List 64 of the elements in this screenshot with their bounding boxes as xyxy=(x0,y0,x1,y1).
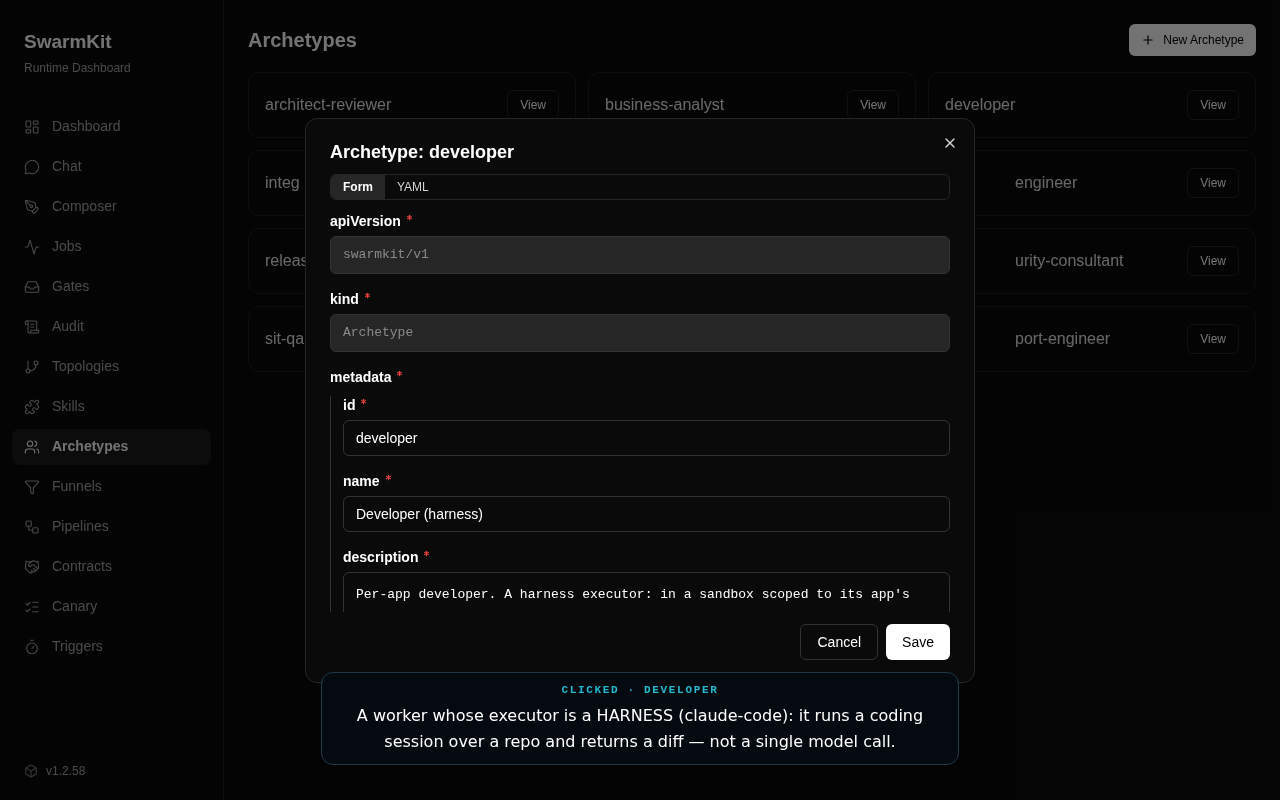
field-label: name xyxy=(343,472,380,490)
branch-icon xyxy=(24,358,40,375)
funnel-icon xyxy=(24,478,40,495)
page-title: Archetypes xyxy=(248,28,357,53)
sidebar-item[interactable]: Chat xyxy=(12,148,211,185)
sidebar-item[interactable]: Audit xyxy=(12,308,211,345)
chat-bubble-icon xyxy=(24,158,40,175)
sidebar-item[interactable]: Funnels xyxy=(12,468,211,505)
users-icon xyxy=(24,438,40,455)
plus-icon xyxy=(1141,33,1156,47)
cube-icon xyxy=(24,764,38,778)
sidebar-item[interactable]: Triggers xyxy=(12,628,211,665)
archetype-name: architect-reviewer xyxy=(265,95,392,115)
archetype-name: port-engineer xyxy=(1014,329,1111,349)
new-archetype-button[interactable]: New Archetype xyxy=(1129,24,1256,56)
view-button[interactable]: View xyxy=(1187,246,1239,276)
description-text: Per-app developer. A harness executor: in a sandbox scoped to its app's xyxy=(356,587,910,602)
archetype-name: integ xyxy=(265,173,300,193)
cancel-button[interactable]: Cancel xyxy=(800,624,879,660)
archetype-name: business-analyst xyxy=(605,95,725,115)
sidebar-item[interactable]: Dashboard xyxy=(12,108,211,145)
sidebar-item[interactable]: Jobs xyxy=(12,228,211,265)
timer-icon xyxy=(24,638,40,655)
version-label: v1.2.58 xyxy=(46,763,86,780)
tab[interactable]: YAML xyxy=(385,175,441,199)
tab[interactable]: Form xyxy=(331,175,385,199)
archetype-name: urity-consultant xyxy=(1014,251,1124,271)
field-label: apiVersion xyxy=(330,212,401,230)
dialog-title: Archetype: developer xyxy=(330,141,516,164)
puzzle-icon xyxy=(24,398,40,415)
dashboard-icon xyxy=(24,118,40,135)
input-field[interactable]: developer xyxy=(343,420,950,456)
pulse-icon xyxy=(24,238,40,255)
view-button[interactable]: View xyxy=(507,90,559,120)
handshake-icon xyxy=(24,558,40,575)
field-label: kind xyxy=(330,290,359,308)
group-label: metadata xyxy=(330,368,392,386)
scroll-icon xyxy=(24,318,40,335)
sidebar-item[interactable]: Topologies xyxy=(12,348,211,385)
sidebar-item[interactable]: Pipelines xyxy=(12,508,211,545)
workflow-icon xyxy=(24,518,40,535)
input-field[interactable]: Developer (harness) xyxy=(343,496,950,532)
archetype-name: sit-qa xyxy=(265,329,305,349)
callout-text: A worker whose executor is a HARNESS (claude-code): it runs a coding session over a repo and returns a diff — not a single model call. xyxy=(355,704,925,753)
save-button[interactable]: Save xyxy=(886,624,950,660)
field-label: description xyxy=(343,548,419,566)
sidebar-item[interactable]: Composer xyxy=(12,188,211,225)
field-label: id xyxy=(343,396,356,414)
view-button[interactable]: View xyxy=(847,90,899,120)
archetype-name: engineer xyxy=(1014,173,1078,193)
sidebar-item[interactable]: Gates xyxy=(12,268,211,305)
sidebar-item[interactable]: Skills xyxy=(12,388,211,425)
view-button[interactable]: View xyxy=(1187,324,1239,354)
app-title: SwarmKit xyxy=(24,30,113,54)
app-subtitle: Runtime Dashboard xyxy=(24,59,132,77)
inbox-icon xyxy=(24,278,40,295)
archetype-name: developer xyxy=(945,95,1016,115)
view-button[interactable]: View xyxy=(1187,168,1239,198)
sidebar-item[interactable]: Contracts xyxy=(12,548,211,585)
sidebar-item[interactable]: Archetypes xyxy=(12,428,211,465)
sidebar-item[interactable]: Canary xyxy=(12,588,211,625)
view-button[interactable]: View xyxy=(1187,90,1239,120)
pen-icon xyxy=(24,198,40,215)
callout-eyebrow: CLICKED · DEVELOPER xyxy=(561,683,719,699)
